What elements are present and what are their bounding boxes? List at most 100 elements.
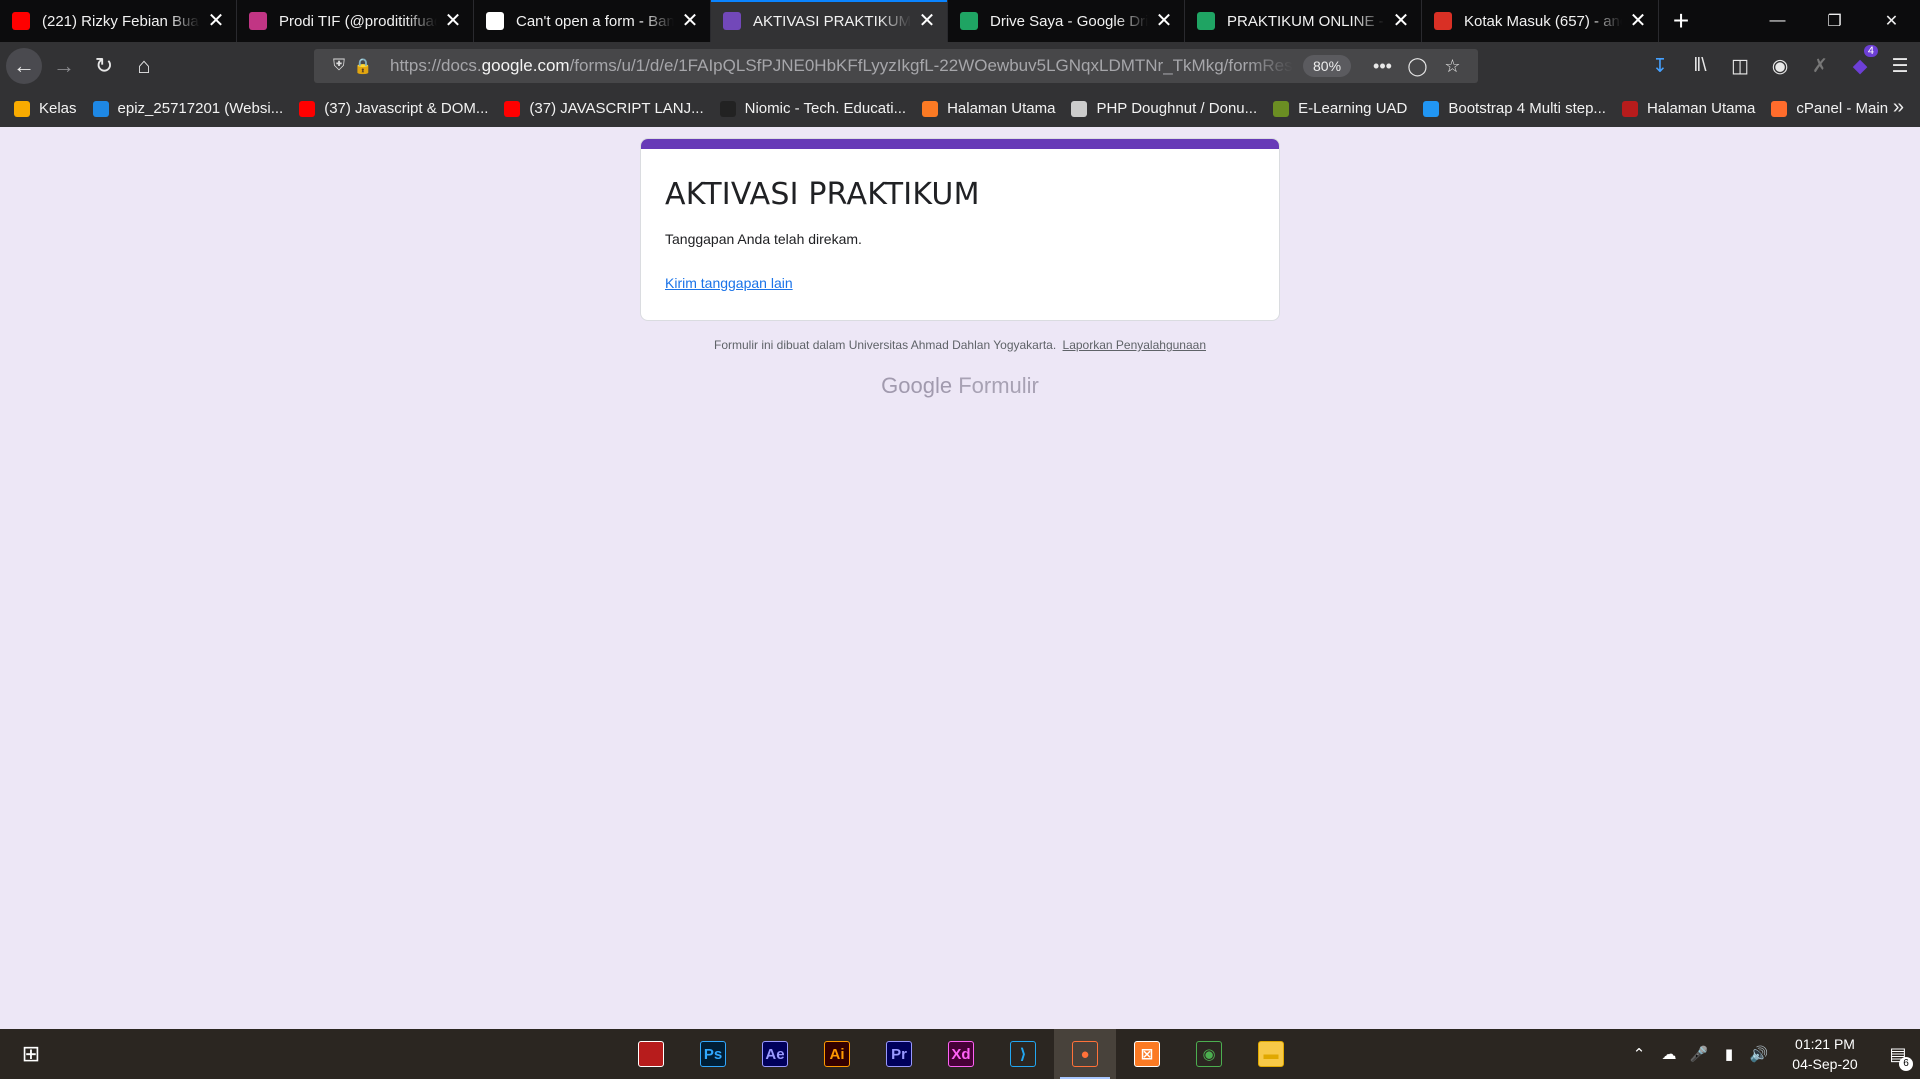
minimize-button[interactable]: — bbox=[1749, 0, 1806, 42]
google-forms-icon bbox=[723, 12, 741, 30]
arrow-right-icon: → bbox=[53, 53, 75, 78]
xampp-icon bbox=[922, 100, 939, 117]
action-center-button[interactable]: 6 ▤ bbox=[1876, 1029, 1920, 1079]
taskbar-app[interactable] bbox=[620, 1029, 682, 1079]
reload-button[interactable]: ↻ bbox=[86, 48, 122, 84]
extension-gem-icon[interactable]: ◆ 4 bbox=[1840, 44, 1880, 78]
page-actions-icon[interactable]: ••• bbox=[1365, 56, 1400, 77]
taskbar-app[interactable]: ◉ bbox=[1178, 1029, 1240, 1079]
submit-another-response-link[interactable]: Kirim tanggapan lain bbox=[665, 275, 793, 291]
browser-tab[interactable]: PRAKTIKUM ONLINE - Google Drive ✕ bbox=[1185, 0, 1422, 42]
home-button[interactable]: ⌂ bbox=[126, 48, 162, 84]
taskbar-app[interactable]: Ae bbox=[744, 1029, 806, 1079]
bookmark-label: Halaman Utama bbox=[1646, 100, 1756, 117]
library-icon[interactable]: ‖\ bbox=[1680, 55, 1720, 77]
bookmark-item[interactable]: (37) Javascript & DOM... bbox=[299, 100, 488, 117]
close-tab-icon[interactable]: ✕ bbox=[1391, 11, 1411, 31]
gmail-icon bbox=[1434, 12, 1452, 30]
browser-tab[interactable]: AKTIVASI PRAKTIKUM ✕ bbox=[711, 0, 948, 42]
youtube-icon bbox=[299, 100, 316, 117]
niomic-icon bbox=[719, 100, 736, 117]
close-tab-icon[interactable]: ✕ bbox=[1628, 11, 1648, 31]
forward-button[interactable]: → bbox=[46, 48, 82, 84]
close-tab-icon[interactable]: ✕ bbox=[443, 11, 463, 31]
zoom-indicator[interactable]: 80% bbox=[1303, 55, 1352, 77]
windows-start-button[interactable]: ⊞ bbox=[0, 1029, 62, 1079]
battery-icon[interactable]: ▮ bbox=[1714, 1045, 1744, 1063]
taskbar-app[interactable]: ⟩ bbox=[992, 1029, 1054, 1079]
clock-date: 04-Sep-20 bbox=[1792, 1056, 1858, 1072]
taskbar-app[interactable]: Pr bbox=[868, 1029, 930, 1079]
bookmark-item[interactable]: Kelas bbox=[14, 100, 77, 117]
close-tab-icon[interactable]: ✕ bbox=[206, 11, 226, 31]
taskbar-app[interactable]: Ai bbox=[806, 1029, 868, 1079]
bookmark-item[interactable]: Halaman Utama bbox=[922, 100, 1055, 117]
google-forms-logo[interactable]: Google Formulir bbox=[0, 373, 1920, 399]
close-tab-icon[interactable]: ✕ bbox=[680, 11, 700, 31]
close-tab-icon[interactable]: ✕ bbox=[917, 11, 937, 31]
tab-title: Kotak Masuk (657) - android bbox=[1464, 12, 1622, 30]
chevron-double-right-icon[interactable]: » bbox=[1893, 96, 1904, 119]
restore-button[interactable]: ❐ bbox=[1806, 0, 1863, 42]
tab-title: Drive Saya - Google Drive bbox=[990, 12, 1148, 30]
cloud-icon[interactable]: ☁ bbox=[1654, 1045, 1684, 1063]
leaf-icon bbox=[1621, 100, 1638, 117]
taskbar-app[interactable]: Ps bbox=[682, 1029, 744, 1079]
bookmark-item[interactable]: E-Learning UAD bbox=[1273, 100, 1407, 117]
url-bar[interactable]: ⛨ 🔒 https://docs.google.com/forms/u/1/d/… bbox=[314, 49, 1478, 83]
lock-icon[interactable]: 🔒 bbox=[352, 57, 374, 75]
browser-tab[interactable]: Kotak Masuk (657) - android ✕ bbox=[1422, 0, 1659, 42]
taskbar-app[interactable]: Xd bbox=[930, 1029, 992, 1079]
sidebar-icon[interactable]: ◫ bbox=[1720, 55, 1760, 78]
url-text[interactable]: https://docs.google.com/forms/u/1/d/e/1F… bbox=[390, 56, 1293, 76]
bookmark-item[interactable]: cPanel - Main bbox=[1771, 100, 1888, 117]
clock[interactable]: 01:21 PM 04-Sep-20 bbox=[1782, 1034, 1868, 1074]
xd-icon: Xd bbox=[948, 1041, 974, 1067]
arrow-left-icon: ← bbox=[13, 53, 35, 78]
taskbar-apps: Ps Ae Ai Pr Xd ⟩ ● ⊠ ◉ ▬ bbox=[620, 1029, 1302, 1079]
youtube-icon bbox=[12, 12, 30, 30]
report-abuse-link[interactable]: Laporkan Penyalahgunaan bbox=[1063, 338, 1206, 352]
taskbar-app[interactable]: ⊠ bbox=[1116, 1029, 1178, 1079]
xampp-icon: ⊠ bbox=[1134, 1041, 1160, 1067]
home-icon: ⌂ bbox=[137, 53, 151, 78]
microphone-icon[interactable]: 🎤 bbox=[1684, 1045, 1714, 1063]
system-tray: ⌃ ☁ 🎤 ▮ 🔊 01:21 PM 04-Sep-20 6 ▤ bbox=[1624, 1029, 1920, 1079]
bookmark-item[interactable]: Halaman Utama bbox=[1621, 100, 1756, 117]
bookmark-item[interactable]: epiz_25717201 (Websi... bbox=[92, 100, 283, 117]
bookmark-item[interactable]: (37) JAVASCRIPT LANJ... bbox=[504, 100, 704, 117]
close-window-button[interactable]: ✕ bbox=[1863, 0, 1920, 42]
new-tab-button[interactable]: + bbox=[1659, 0, 1703, 42]
form-confirmation-card: AKTIVASI PRAKTIKUM Tanggapan Anda telah … bbox=[640, 138, 1280, 321]
taskbar-app[interactable]: ▬ bbox=[1240, 1029, 1302, 1079]
browser-tab[interactable]: Drive Saya - Google Drive ✕ bbox=[948, 0, 1185, 42]
extension-x-icon[interactable]: ✗ bbox=[1800, 55, 1840, 78]
brand-product: Formulir bbox=[958, 373, 1039, 398]
classroom-icon bbox=[14, 100, 30, 117]
tracking-protection-shield-icon[interactable]: ⛨ bbox=[326, 57, 352, 75]
account-icon[interactable]: ◉ bbox=[1760, 55, 1800, 78]
downloads-icon[interactable]: ↧ bbox=[1640, 55, 1680, 78]
bookmark-item[interactable]: PHP Doughnut / Donu... bbox=[1071, 100, 1257, 117]
menu-icon[interactable]: ☰ bbox=[1880, 55, 1920, 78]
browser-tab[interactable]: Prodi TIF (@prodititifuad) ✕ bbox=[237, 0, 474, 42]
bookmark-star-icon[interactable]: ☆ bbox=[1435, 56, 1470, 77]
bookmark-label: Halaman Utama bbox=[947, 100, 1056, 117]
pocket-icon[interactable]: ◯ bbox=[1400, 56, 1435, 77]
bookmark-item[interactable]: Bootstrap 4 Multi step... bbox=[1423, 100, 1606, 117]
bookmark-item[interactable]: Niomic - Tech. Educati... bbox=[719, 100, 906, 117]
browser-tab[interactable]: (221) Rizky Febian Buat Aku Tersenyum ✕ bbox=[0, 0, 237, 42]
browser-tab[interactable]: Can't open a form - Bantuan ✕ bbox=[474, 0, 711, 42]
bootstrap-icon bbox=[1423, 100, 1440, 117]
taskbar-app[interactable]: ● bbox=[1054, 1029, 1116, 1079]
app-red-icon bbox=[638, 1041, 664, 1067]
photoshop-icon: Ps bbox=[700, 1041, 726, 1067]
back-button[interactable]: ← bbox=[6, 48, 42, 84]
php-icon bbox=[1071, 100, 1088, 117]
chevron-up-icon[interactable]: ⌃ bbox=[1624, 1045, 1654, 1063]
volume-icon[interactable]: 🔊 bbox=[1744, 1045, 1774, 1063]
close-tab-icon[interactable]: ✕ bbox=[1154, 11, 1174, 31]
google-icon bbox=[486, 12, 504, 30]
infinity-icon bbox=[92, 100, 109, 117]
tab-title: Prodi TIF (@prodititifuad) bbox=[279, 12, 437, 30]
